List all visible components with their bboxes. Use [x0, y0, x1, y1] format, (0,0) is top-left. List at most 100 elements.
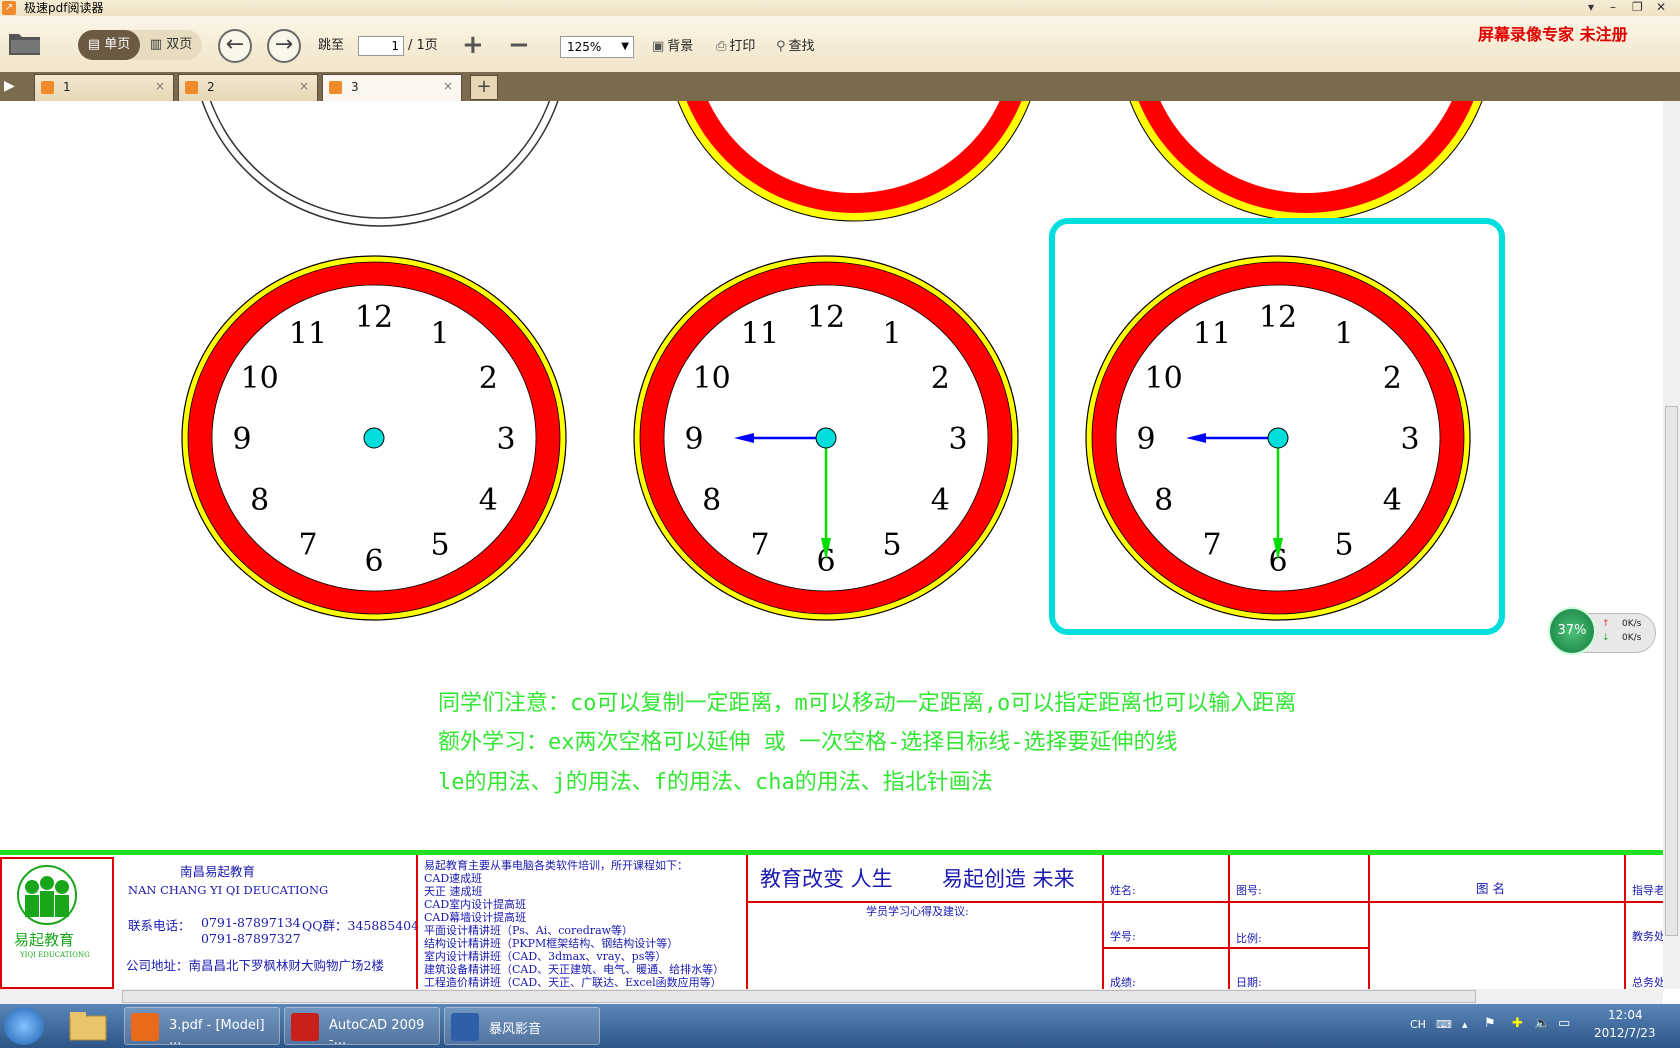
vertical-scroll-thumb[interactable]: [1665, 406, 1678, 936]
search-icon: ⚲: [776, 39, 786, 54]
clock-number: 11: [1193, 316, 1231, 351]
pdf-file-icon: [185, 81, 198, 94]
double-page-button[interactable]: ▥ 双页: [140, 30, 202, 60]
clock-number: 12: [1259, 300, 1297, 335]
address: 公司地址：南昌昌北下罗枫林财大购物广场2楼: [126, 958, 384, 973]
volume-icon[interactable]: 🔈: [1534, 1016, 1550, 1031]
background-button[interactable]: ▣ 背景: [652, 38, 693, 56]
chevron-down-icon: ▼: [621, 41, 629, 52]
clock-number: 10: [1145, 361, 1183, 396]
tab-bar: ▶ 1 × 2 × 3 × +: [0, 72, 1680, 101]
clock-number: 10: [693, 361, 731, 396]
single-page-button[interactable]: ▤ 单页: [78, 30, 140, 60]
open-folder-icon[interactable]: [8, 30, 42, 56]
drawing-name-label: 图 名: [1476, 881, 1505, 896]
courses-list: 易起教育主要从事电脑各类软件培训，所开课程如下： CAD速成班 天正 速成班 C…: [424, 859, 724, 989]
zoom-select[interactable]: 125% ▼: [560, 36, 634, 58]
start-button[interactable]: [4, 1007, 44, 1045]
main-toolbar: ▤ 单页 ▥ 双页 ← → 跳至 1 / 1页 + − 125% ▼ ▣ 背景 ⎙ 打…: [0, 16, 1680, 72]
security-tray-icon[interactable]: ✚: [1512, 1016, 1523, 1031]
menu-dropdown-icon[interactable]: ▾: [1588, 0, 1594, 14]
zoom-in-icon[interactable]: +: [462, 32, 484, 58]
qq-group: QQ群：345885404: [302, 918, 420, 933]
document-view[interactable]: 12 1 2 3 4 5 6 7 8 9 10 11 12 1 2 3 4 5 6 7 8 9 10 11 12 1 2 3 4 5 6 7 8…: [0, 101, 1663, 989]
horizontal-scrollbar[interactable]: [0, 989, 1663, 1004]
taskbar-item-autocad[interactable]: AutoCAD 2009 -...: [284, 1007, 440, 1048]
horizontal-scroll-thumb[interactable]: [122, 990, 1476, 1003]
note-line-1: 同学们注意：co可以复制一定距离，m可以移动一定距离,o可以指定距离也可以输入距…: [438, 691, 1297, 716]
title-divider: [1102, 901, 1370, 903]
partial-clock-middle: [677, 101, 1031, 222]
clock-drawing: 12 1234567891011 12 1234567891011 12 12345678…: [181, 101, 1505, 635]
network-speed-widget[interactable]: 37% ↑ ↓ 0K/s 0K/s: [1548, 607, 1656, 659]
slogan-1: 教育改变 人生: [760, 867, 893, 891]
course-item: 室内设计精讲班（CAD、3dmax、vray、ps等）: [424, 950, 667, 963]
download-arrow-icon: ↓: [1602, 633, 1610, 643]
logo-subtext: YIQI EDUCATIONG: [20, 951, 90, 959]
minimize-button[interactable]: –: [1610, 0, 1616, 14]
clock-number: 4: [931, 483, 950, 518]
page-number-input[interactable]: 1: [358, 36, 404, 56]
close-icon[interactable]: ×: [299, 79, 309, 93]
tray-expand-icon[interactable]: ▴: [1462, 1018, 1468, 1031]
app-icon: ↗: [2, 1, 16, 15]
note-line-3: le的用法、j的用法、f的用法、cha的用法、指北针画法: [438, 770, 993, 795]
tab-1[interactable]: 1 ×: [34, 74, 174, 101]
clock-3: 12 1234567891011: [1085, 255, 1471, 621]
dean-label: 教务处: [1632, 930, 1665, 943]
logo-block: 易起教育 YIQI EDUCATIONG: [0, 857, 114, 989]
school-name: 南昌易起教育: [180, 864, 256, 879]
clock-number: 2: [1383, 361, 1402, 396]
clock-number: 7: [750, 528, 769, 563]
clock-number: 7: [298, 528, 317, 563]
vertical-scrollbar[interactable]: [1663, 101, 1680, 989]
clock-date[interactable]: 2012/7/23: [1594, 1026, 1656, 1040]
window-title: 极速pdf阅读器: [24, 1, 104, 15]
keyboard-icon[interactable]: ⌨: [1436, 1018, 1452, 1031]
tab-2[interactable]: 2 ×: [178, 74, 318, 101]
maximize-button[interactable]: ❐: [1632, 0, 1643, 14]
recorder-watermark: 屏幕录像专家 未注册: [1478, 25, 1628, 44]
close-icon[interactable]: ×: [155, 79, 165, 93]
partial-clock-right: [1129, 101, 1483, 222]
explorer-icon[interactable]: [68, 1010, 108, 1042]
taskbar: 3.pdf - [Model] ... AutoCAD 2009 -... 暴风…: [0, 1004, 1680, 1048]
language-indicator[interactable]: CH: [1410, 1018, 1426, 1031]
find-button[interactable]: ⚲ 查找: [776, 38, 815, 56]
close-icon[interactable]: ×: [443, 79, 453, 93]
clock-number: 2: [931, 361, 950, 396]
print-button[interactable]: ⎙ 打印: [716, 38, 755, 56]
clock-time[interactable]: 12:04: [1608, 1008, 1643, 1022]
sidebar-toggle-icon[interactable]: ▶: [4, 78, 15, 94]
date-label: 日期:: [1236, 976, 1262, 989]
pdf-file-icon: [329, 81, 342, 94]
drawing-no-label: 图号:: [1236, 884, 1262, 897]
logo-text: 易起教育: [14, 931, 75, 949]
course-item: 结构设计精讲班（PKPM框架结构、钢结构设计等）: [424, 937, 679, 950]
name-label: 姓名:: [1110, 884, 1136, 897]
next-page-button[interactable]: →: [267, 29, 301, 63]
clock-number: 2: [479, 361, 498, 396]
close-button[interactable]: ✕: [1656, 0, 1666, 14]
title-divider: [1368, 855, 1370, 989]
clock-center-dot: [363, 427, 385, 449]
clock-number: 1: [1334, 316, 1353, 351]
clock-number: 10: [241, 361, 279, 396]
network-tray-icon[interactable]: ⚑: [1484, 1016, 1496, 1031]
prev-page-button[interactable]: ←: [218, 29, 252, 63]
clock-number: 12: [807, 300, 845, 335]
add-tab-button[interactable]: +: [470, 75, 498, 100]
taskbar-item-pdf[interactable]: 3.pdf - [Model] ...: [124, 1007, 280, 1048]
taskbar-item-player[interactable]: 暴风影音: [444, 1007, 600, 1045]
clock-number: 6: [364, 544, 383, 579]
clock-number: 8: [1154, 483, 1173, 518]
battery-icon[interactable]: ▭: [1558, 1016, 1570, 1031]
clock-number: 3: [948, 422, 967, 457]
course-item: 平面设计精讲班（Ps、Ai、coredraw等）: [424, 924, 634, 937]
phone-1: 0791-87897134: [201, 915, 301, 930]
page-total: / 1页: [408, 38, 438, 53]
title-divider: [1102, 855, 1104, 989]
zoom-out-icon[interactable]: −: [508, 32, 530, 58]
clock-number: 9: [1136, 422, 1155, 457]
tab-3[interactable]: 3 ×: [322, 74, 462, 101]
